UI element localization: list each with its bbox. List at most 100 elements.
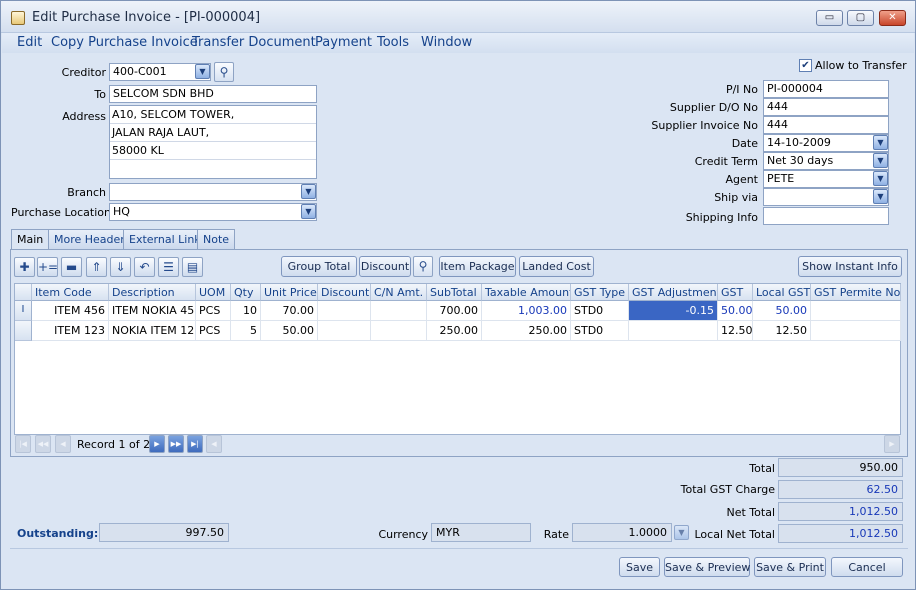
undo-icon[interactable]: ↶ (134, 257, 155, 277)
delete-row-icon[interactable]: ▬ (61, 257, 82, 277)
table-cell[interactable]: ITEM 456 (32, 301, 109, 321)
table-cell[interactable]: 5 (231, 321, 261, 341)
title-bar[interactable]: Edit Purchase Invoice - [PI-000004] ▭ ▢ … (1, 1, 915, 33)
col-qty[interactable]: Qty (231, 284, 261, 301)
save-button[interactable]: Save (619, 557, 660, 577)
table-cell[interactable]: ITEM 123 (32, 321, 109, 341)
credit-term-dropdown-icon[interactable]: ▼ (873, 153, 888, 168)
table-cell[interactable]: 12.50 (718, 321, 753, 341)
table-cell[interactable]: 70.00 (261, 301, 318, 321)
first-record-icon[interactable]: |◀ (15, 435, 31, 453)
tab-main[interactable]: Main (11, 229, 50, 250)
table-cell[interactable] (318, 301, 371, 321)
table-cell[interactable]: NOKIA ITEM 123 (109, 321, 196, 341)
menu-copy-purchase-invoice[interactable]: Copy Purchase Invoice (51, 35, 198, 50)
scroll-right-icon[interactable]: ▶ (884, 435, 900, 453)
discount-button[interactable]: Discount (359, 256, 411, 277)
menu-window[interactable]: Window (421, 35, 472, 50)
tab-external-link[interactable]: External Link (123, 229, 207, 249)
table-cell[interactable]: 1,003.00 (482, 301, 571, 321)
cancel-button[interactable]: Cancel (831, 557, 903, 577)
save-preview-button[interactable]: Save & Preview (664, 557, 750, 577)
save-print-button[interactable]: Save & Print (754, 557, 826, 577)
purchase-location-dropdown-icon[interactable]: ▼ (301, 204, 316, 219)
landed-cost-button[interactable]: Landed Cost (519, 256, 594, 277)
menu-transfer-document[interactable]: Transfer Document (192, 35, 316, 50)
discount-search-icon[interactable]: ⚲ (413, 256, 433, 277)
menu-payment[interactable]: Payment (315, 35, 372, 50)
row-indicator[interactable] (15, 321, 32, 341)
agent-field[interactable]: PETE (763, 170, 889, 188)
table-cell-selected[interactable]: -0.15 (629, 301, 718, 321)
item-grid[interactable]: Item Code Description UOM Qty Unit Price… (14, 283, 901, 435)
show-instant-info-button[interactable]: Show Instant Info (798, 256, 902, 277)
table-cell[interactable] (811, 301, 901, 321)
move-down-icon[interactable]: ⇓ (110, 257, 131, 277)
creditor-search-icon[interactable]: ⚲ (214, 62, 234, 82)
next-record-icon[interactable]: ▶ (149, 435, 165, 453)
ship-via-field[interactable] (763, 188, 889, 206)
tab-more-header[interactable]: More Header (48, 229, 131, 249)
table-cell[interactable] (811, 321, 901, 341)
col-item-code[interactable]: Item Code (32, 284, 109, 301)
creditor-dropdown-icon[interactable]: ▼ (195, 64, 210, 79)
date-field[interactable]: 14-10-2009 (763, 134, 889, 152)
purchase-location-field[interactable]: HQ (109, 203, 317, 221)
rate-dropdown-icon[interactable]: ▼ (674, 525, 689, 540)
branch-field[interactable] (109, 183, 317, 201)
col-taxable-amount[interactable]: Taxable Amount (482, 284, 571, 301)
shipping-info-field[interactable] (763, 207, 889, 225)
table-cell[interactable]: 12.50 (753, 321, 811, 341)
table-cell[interactable]: STD0 (571, 321, 629, 341)
table-cell[interactable]: 50.00 (261, 321, 318, 341)
tab-note[interactable]: Note (197, 229, 236, 249)
col-unit-price[interactable]: Unit Price (261, 284, 318, 301)
col-uom[interactable]: UOM (196, 284, 231, 301)
ship-via-dropdown-icon[interactable]: ▼ (873, 189, 888, 204)
col-local-gst[interactable]: Local GST (753, 284, 811, 301)
menu-edit[interactable]: Edit (17, 35, 42, 50)
credit-term-field[interactable]: Net 30 days (763, 152, 889, 170)
table-cell[interactable]: ITEM NOKIA 456 (109, 301, 196, 321)
table-cell[interactable]: PCS (196, 321, 231, 341)
table-cell[interactable]: 250.00 (427, 321, 482, 341)
col-gst-adjustment[interactable]: GST Adjustment (629, 284, 718, 301)
maximize-button[interactable]: ▢ (847, 10, 874, 26)
insert-row-icon[interactable]: += (37, 257, 58, 277)
col-gst-permit-no[interactable]: GST Permite No. (811, 284, 901, 301)
col-subtotal[interactable]: SubTotal (427, 284, 482, 301)
minimize-button[interactable]: ▭ (816, 10, 843, 26)
pi-no-field[interactable]: PI-000004 (763, 80, 889, 98)
prev-record-icon[interactable]: ◀ (55, 435, 71, 453)
item-package-button[interactable]: Item Package (439, 256, 516, 277)
table-cell[interactable]: 250.00 (482, 321, 571, 341)
address-field[interactable]: A10, SELCOM TOWER, JALAN RAJA LAUT, 5800… (109, 105, 317, 179)
list-icon[interactable]: ☰ (158, 257, 179, 277)
menu-tools[interactable]: Tools (377, 35, 409, 50)
date-dropdown-icon[interactable]: ▼ (873, 135, 888, 150)
supplier-invoice-field[interactable]: 444 (763, 116, 889, 134)
table-cell[interactable]: PCS (196, 301, 231, 321)
move-up-icon[interactable]: ⇑ (86, 257, 107, 277)
allow-transfer-checkbox[interactable]: ✔ (799, 59, 812, 72)
col-gst[interactable]: GST (718, 284, 753, 301)
row-indicator[interactable]: I (15, 301, 32, 321)
last-record-icon[interactable]: ▶| (187, 435, 203, 453)
table-cell[interactable] (629, 321, 718, 341)
table-cell[interactable]: 700.00 (427, 301, 482, 321)
branch-dropdown-icon[interactable]: ▼ (301, 184, 316, 199)
agent-dropdown-icon[interactable]: ▼ (873, 171, 888, 186)
group-total-button[interactable]: Group Total (281, 256, 357, 277)
table-cell[interactable] (318, 321, 371, 341)
table-cell[interactable]: 50.00 (753, 301, 811, 321)
to-field[interactable]: SELCOM SDN BHD (109, 85, 317, 103)
col-cn-amt[interactable]: C/N Amt. (371, 284, 427, 301)
table-cell[interactable] (371, 321, 427, 341)
close-button[interactable]: ✕ (879, 10, 906, 26)
next-page-icon[interactable]: ▶▶ (168, 435, 184, 453)
table-cell[interactable]: STD0 (571, 301, 629, 321)
col-gst-type[interactable]: GST Type (571, 284, 629, 301)
add-row-icon[interactable]: ✚ (14, 257, 35, 277)
rate-value[interactable]: 1.0000 (572, 523, 672, 542)
col-discount[interactable]: Discount (318, 284, 371, 301)
